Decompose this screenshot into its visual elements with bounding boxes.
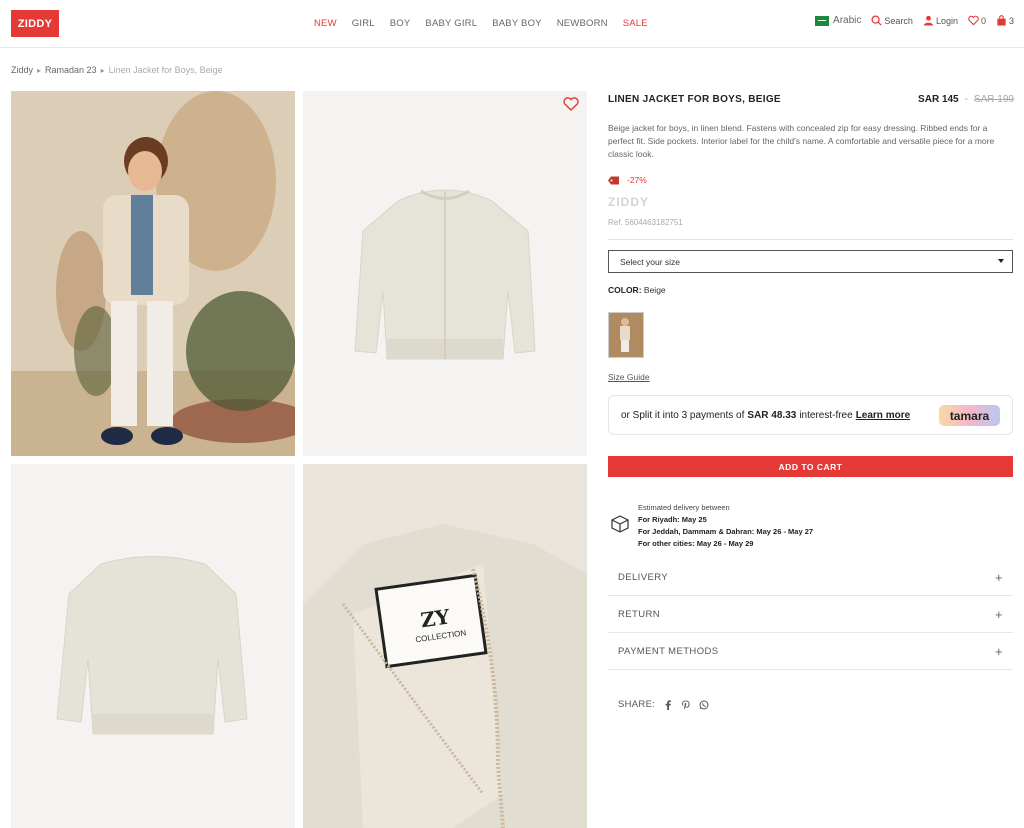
- accordion-delivery-label: DELIVERY: [618, 571, 669, 583]
- plus-icon: +: [995, 644, 1003, 659]
- tamara-prefix: or Split it into 3 payments of: [621, 409, 745, 421]
- language-switch[interactable]: Arabic: [815, 15, 861, 26]
- chevron-right-icon: ▸: [37, 65, 42, 75]
- jacket-detail-photo: ZY COLLECTION: [303, 464, 587, 828]
- jacket-front-photo: [354, 189, 536, 360]
- jacket-back-photo: [56, 556, 248, 735]
- breadcrumb-category[interactable]: Ramadan 23: [45, 65, 97, 75]
- model-photo: [11, 91, 295, 456]
- search-label: Search: [884, 15, 913, 26]
- breadcrumb-current: Linen Jacket for Boys, Beige: [108, 65, 223, 75]
- wishlist-button[interactable]: 0: [968, 15, 986, 26]
- divider: [608, 239, 1013, 240]
- search-icon: [871, 15, 882, 26]
- nav-sale[interactable]: SALE: [623, 18, 648, 29]
- wishlist-count: 0: [980, 15, 986, 26]
- whatsapp-icon[interactable]: [699, 700, 709, 710]
- saudi-flag-icon: [815, 15, 830, 26]
- delivery-jeddah: For Jeddah, Dammam & Dahran: May 26 - Ma…: [638, 527, 814, 536]
- language-label: Arabic: [833, 15, 862, 26]
- color-label: COLOR:: [608, 285, 642, 295]
- product-description: Beige jacket for boys, in linen blend. F…: [608, 123, 995, 159]
- share-label: SHARE:: [618, 699, 656, 710]
- discount-value: -27%: [627, 175, 647, 185]
- user-icon: [923, 15, 934, 26]
- shopping-bag-icon: [997, 15, 1006, 26]
- accordion-payment-label: PAYMENT METHODS: [618, 645, 719, 657]
- pinterest-icon[interactable]: [681, 700, 691, 710]
- wishlist-heart-icon[interactable]: [563, 97, 579, 111]
- discount-badge: -27%: [608, 175, 647, 185]
- nav-boy[interactable]: BOY: [390, 18, 411, 29]
- original-price: SAR 199: [973, 94, 1014, 105]
- delivery-estimate: Estimated delivery between For Riyadh: M…: [608, 502, 1013, 550]
- tamara-installments: or Split it into 3 payments of SAR 48.33…: [608, 395, 1013, 435]
- heart-icon: [968, 15, 979, 26]
- nav-new[interactable]: NEW: [314, 18, 337, 29]
- plus-icon: +: [995, 607, 1003, 622]
- login-button[interactable]: Login: [923, 15, 958, 26]
- main-nav: NEW GIRL BOY BABY GIRL BABY BOY NEWBORN …: [314, 18, 663, 29]
- product-image-front[interactable]: [303, 91, 587, 456]
- share-row: SHARE:: [618, 699, 709, 710]
- header-actions: Arabic Search Login 0 3: [805, 15, 1014, 26]
- size-guide-link[interactable]: Size Guide: [608, 372, 650, 382]
- price-tag-icon: [608, 176, 619, 184]
- nav-baby-boy[interactable]: BABY BOY: [492, 18, 541, 29]
- tamara-logo: tamara: [939, 405, 1000, 426]
- product-image-back[interactable]: [11, 464, 295, 828]
- site-logo[interactable]: ZIDDY: [11, 10, 59, 37]
- delivery-dates: Estimated delivery between For Riyadh: M…: [638, 502, 813, 550]
- accordion-payment-methods[interactable]: PAYMENT METHODS +: [608, 633, 1013, 670]
- login-label: Login: [935, 15, 958, 26]
- price-separator: -: [964, 94, 968, 105]
- brand-name: ZIDDY: [608, 195, 649, 209]
- accordion-delivery[interactable]: DELIVERY +: [608, 559, 1013, 596]
- chevron-right-icon: ▸: [100, 65, 105, 75]
- label-logo-text: ZY: [419, 604, 452, 632]
- accordion-return-label: RETURN: [618, 608, 660, 620]
- color-info: COLOR: Beige: [608, 285, 666, 295]
- nav-girl[interactable]: GIRL: [352, 18, 375, 29]
- product-image-model[interactable]: [11, 91, 295, 456]
- facebook-icon[interactable]: [663, 699, 673, 710]
- nav-newborn[interactable]: NEWBORN: [557, 18, 608, 29]
- accordion-return[interactable]: RETURN +: [608, 596, 1013, 633]
- delivery-other: For other cities: May 26 - May 29: [638, 539, 754, 548]
- size-select[interactable]: Select your size: [608, 250, 1013, 273]
- current-price: SAR 145: [918, 94, 959, 105]
- search-button[interactable]: Search: [871, 15, 913, 26]
- delivery-heading: Estimated delivery between: [638, 503, 730, 512]
- site-header: ZIDDY NEW GIRL BOY BABY GIRL BABY BOY NE…: [0, 0, 1024, 48]
- cart-count: 3: [1008, 15, 1014, 26]
- caret-down-icon: [998, 259, 1004, 263]
- breadcrumb: Ziddy ▸ Ramadan 23 ▸ Linen Jacket for Bo…: [11, 65, 223, 75]
- color-value: Beige: [643, 285, 666, 295]
- tamara-amount: SAR 48.33: [747, 409, 797, 421]
- delivery-riyadh: For Riyadh: May 25: [638, 515, 707, 524]
- tamara-suffix: interest-free: [799, 409, 853, 421]
- nav-baby-girl[interactable]: BABY GIRL: [425, 18, 477, 29]
- color-swatch-beige[interactable]: [608, 312, 644, 358]
- tamara-learn-more-link[interactable]: Learn more: [856, 410, 910, 421]
- breadcrumb-home[interactable]: Ziddy: [11, 65, 33, 75]
- product-title: LINEN JACKET FOR BOYS, BEIGE: [608, 94, 781, 105]
- cart-button[interactable]: 3: [996, 15, 1014, 26]
- plus-icon: +: [995, 570, 1003, 585]
- swatch-thumbnail: [609, 313, 643, 357]
- delivery-box-icon: [611, 515, 629, 533]
- add-to-cart-button[interactable]: ADD TO CART: [608, 456, 1013, 477]
- size-select-placeholder: Select your size: [620, 256, 680, 267]
- product-image-detail[interactable]: ZY COLLECTION: [303, 464, 587, 828]
- product-reference: Ref. 5604463182751: [608, 218, 683, 227]
- product-price: SAR 145 - SAR 199: [918, 94, 1014, 105]
